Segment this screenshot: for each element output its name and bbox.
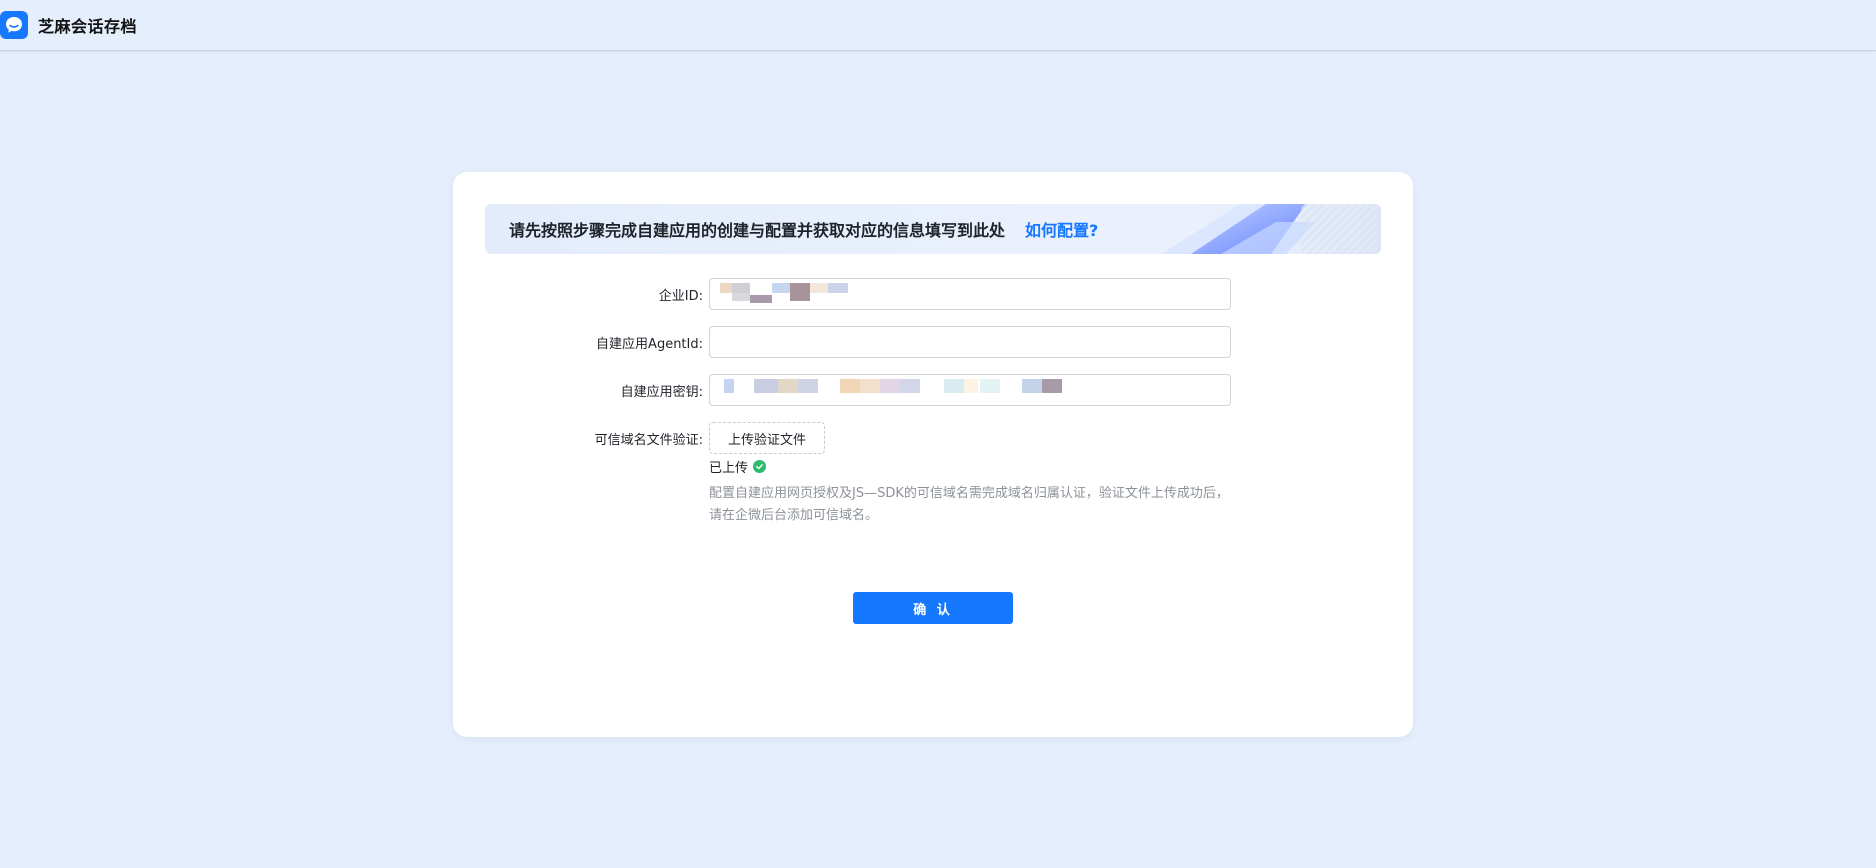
secret-input[interactable] <box>709 374 1231 406</box>
banner-decoration <box>1101 204 1381 254</box>
domain-verify-hint: 配置自建应用网页授权及JS—SDK的可信域名需完成域名归属认证，验证文件上传成功… <box>709 486 1229 523</box>
app-title: 芝麻会话存档 <box>38 17 138 36</box>
agent-id-row: 自建应用AgentId: <box>453 326 1413 358</box>
secret-row: 自建应用密钥: <box>453 374 1413 406</box>
chat-bubble-icon <box>0 11 28 39</box>
banner-text: 请先按照步骤完成自建应用的创建与配置并获取对应的信息填写到此处 <box>509 221 1006 240</box>
upload-status: 已上传 <box>709 457 767 476</box>
check-circle-icon <box>753 460 767 473</box>
top-bar: 芝麻会话存档 <box>0 0 1876 51</box>
config-card: 请先按照步骤完成自建应用的创建与配置并获取对应的信息填写到此处 如何配置? 企业… <box>453 172 1413 737</box>
corp-id-label: 企业ID: <box>658 288 703 304</box>
corp-id-row: 企业ID: <box>453 278 1413 310</box>
upload-status-text: 已上传 <box>709 461 749 476</box>
how-to-configure-link[interactable]: 如何配置? <box>1025 217 1098 241</box>
domain-verify-label: 可信域名文件验证: <box>594 432 703 448</box>
secret-label: 自建应用密钥: <box>620 384 703 400</box>
upload-verify-file-button[interactable]: 上传验证文件 <box>709 422 825 454</box>
confirm-button[interactable]: 确 认 <box>853 592 1013 624</box>
agent-id-input[interactable] <box>709 326 1231 358</box>
instruction-banner: 请先按照步骤完成自建应用的创建与配置并获取对应的信息填写到此处 如何配置? <box>485 204 1381 254</box>
corp-id-input[interactable] <box>709 278 1231 310</box>
domain-verify-row: 可信域名文件验证: 上传验证文件 <box>453 422 1413 454</box>
agent-id-label: 自建应用AgentId: <box>596 336 703 352</box>
